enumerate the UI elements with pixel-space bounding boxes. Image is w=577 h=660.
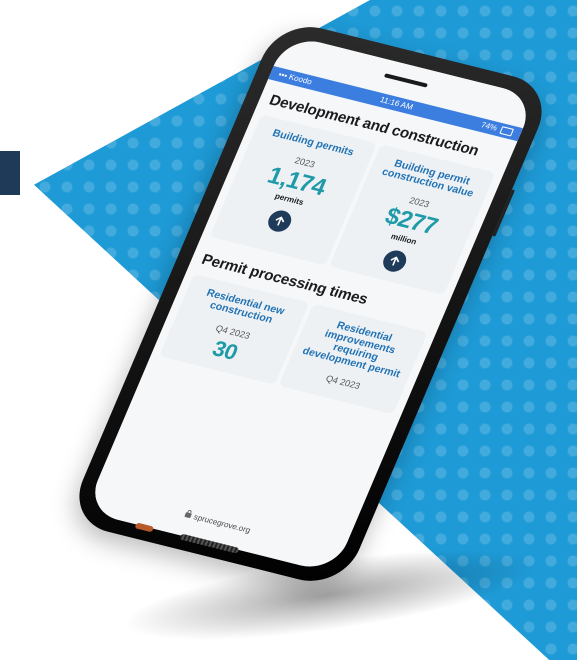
lock-icon [184,512,192,519]
left-accent-bar [0,151,20,195]
battery-icon [499,126,515,137]
arrow-up-icon[interactable] [379,248,410,274]
arrow-up-icon[interactable] [264,208,295,235]
speaker-icon [383,73,428,88]
url-text: sprucegrove.org [192,512,252,535]
processing-cards: Residential new construction Q4 2023 30 … [159,273,428,415]
stage: ▪▪▪ Koodo 11:16 AM 74% Development and c… [0,0,577,660]
